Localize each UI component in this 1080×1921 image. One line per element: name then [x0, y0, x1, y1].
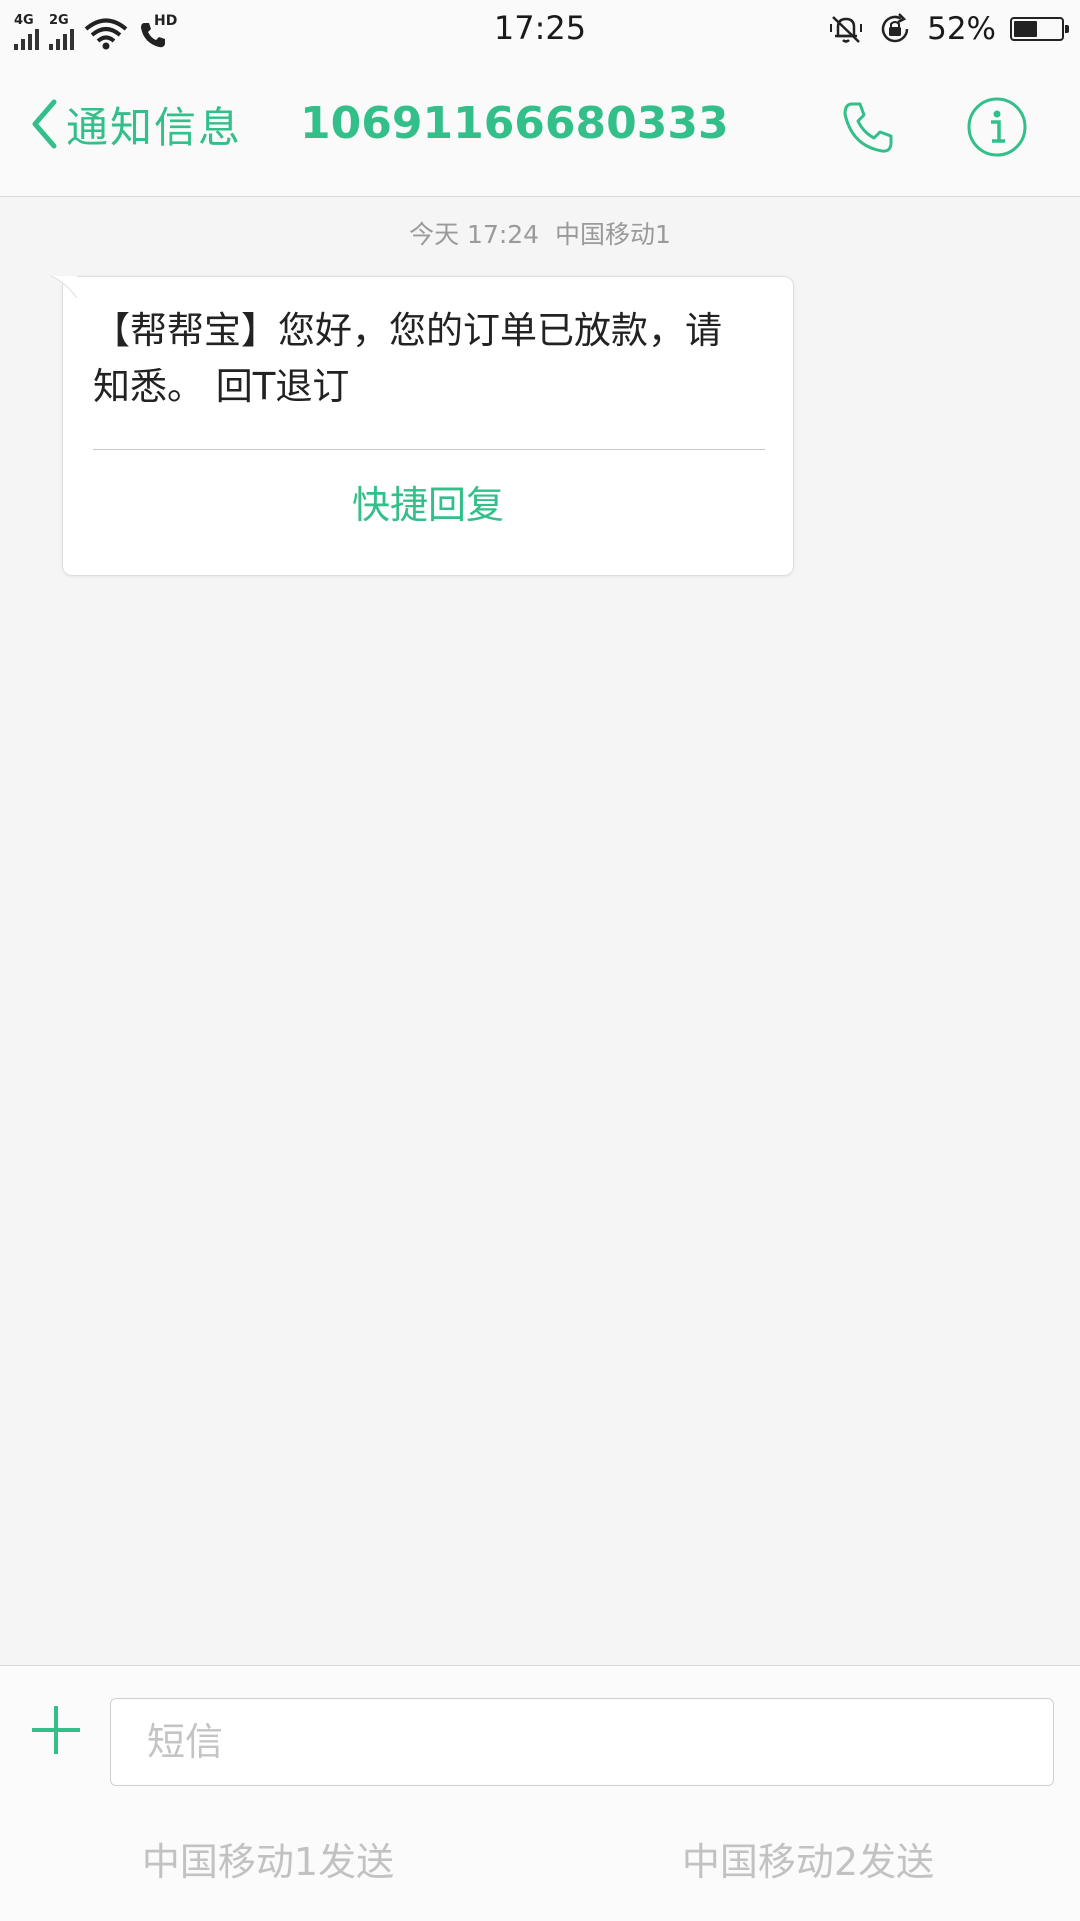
back-button[interactable]: 通知信息	[30, 94, 242, 154]
message-timestamp: 今天 17:24 中国移动1	[409, 220, 671, 249]
bubble-divider	[93, 449, 765, 450]
battery-fill	[1014, 21, 1037, 37]
info-button[interactable]	[966, 96, 1028, 158]
conversation-area[interactable]: 今天 17:24 中国移动1 【帮帮宝】您好，您的订单已放款，请知悉。 回T退订…	[0, 197, 1080, 1665]
phone-icon	[843, 102, 893, 153]
message-text: 【帮帮宝】您好，您的订单已放款，请知悉。 回T退订	[93, 309, 722, 408]
status-bar: 4G 2G HD 17:25 52%	[0, 0, 1080, 58]
compose-bar: 中国移动1发送 中国移动2发送	[0, 1665, 1080, 1921]
conversation-header: 通知信息 10691166680333	[0, 58, 1080, 197]
bubble-tail	[51, 276, 77, 298]
message-bubble[interactable]: 【帮帮宝】您好，您的订单已放款，请知悉。 回T退订 快捷回复	[51, 276, 794, 576]
status-bar-right: 52%	[829, 8, 1069, 50]
send-sim1-button[interactable]: 中国移动1发送	[78, 1832, 458, 1892]
call-button[interactable]	[838, 98, 898, 158]
back-label: 通知信息	[66, 102, 243, 152]
plus-icon	[32, 1706, 80, 1754]
info-icon	[967, 97, 1027, 157]
contact-number: 10691166680333	[300, 98, 729, 149]
silent-bell-icon	[830, 16, 863, 43]
battery-icon	[1010, 17, 1069, 41]
quick-reply-button[interactable]: 快捷回复	[63, 465, 793, 545]
rotation-lock-icon	[881, 13, 909, 43]
battery-percent: 52%	[927, 11, 996, 47]
add-attachment-button[interactable]	[26, 1700, 86, 1760]
sms-input[interactable]	[110, 1698, 1054, 1786]
chevron-left-icon	[32, 99, 57, 149]
send-sim2-button[interactable]: 中国移动2发送	[618, 1832, 998, 1892]
